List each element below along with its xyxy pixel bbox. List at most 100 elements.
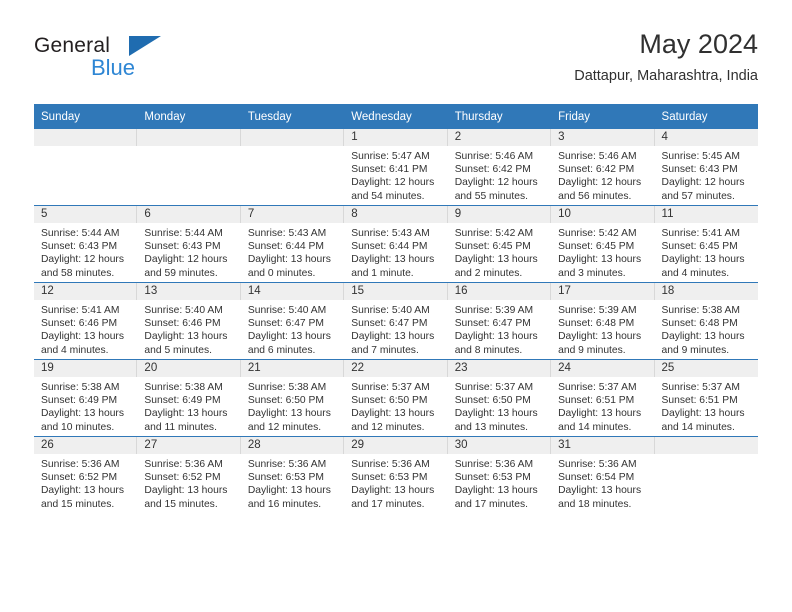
page-title: May 2024	[639, 29, 758, 59]
calendar-day-cell[interactable]: 18 Sunrise: 5:38 AM Sunset: 6:48 PM Dayligh…	[654, 282, 758, 360]
day-details: Sunrise: 5:46 AM Sunset: 6:42 PM Daylight:…	[448, 146, 551, 203]
calendar-day-cell[interactable]: 26 Sunrise: 5:36 AM Sunset: 6:52 PM Dayligh…	[34, 436, 138, 513]
sunrise-text: Sunrise: 5:41 AM	[41, 305, 120, 316]
logo-triangle-icon	[129, 36, 161, 56]
calendar-day-cell[interactable]: 6 Sunrise: 5:44 AM Sunset: 6:43 PM Daylight…	[137, 205, 241, 283]
calendar-day-cell[interactable]: 2 Sunrise: 5:46 AM Sunset: 6:42 PM Daylight…	[447, 129, 552, 206]
calendar-day-cell[interactable]: 14 Sunrise: 5:40 AM Sunset: 6:47 PM Dayligh…	[240, 282, 345, 360]
day-details: Sunrise: 5:37 AM Sunset: 6:50 PM Daylight:…	[344, 377, 447, 434]
calendar-day-cell[interactable]: 19 Sunrise: 5:38 AM Sunset: 6:49 PM Dayligh…	[34, 359, 138, 437]
daylight-text: Daylight: 13 hours and 10 minutes.	[41, 408, 124, 433]
day-details: Sunrise: 5:46 AM Sunset: 6:42 PM Daylight:…	[551, 146, 654, 203]
calendar-day-cell[interactable]: 3 Sunrise: 5:46 AM Sunset: 6:42 PM Daylight…	[551, 129, 655, 206]
calendar-day-cell[interactable]: 7 Sunrise: 5:43 AM Sunset: 6:44 PM Daylight…	[240, 205, 345, 283]
calendar-day-cell[interactable]: 17 Sunrise: 5:39 AM Sunset: 6:48 PM Dayligh…	[551, 282, 655, 360]
sunrise-text: Sunrise: 5:46 AM	[454, 151, 534, 162]
sunset-text: Sunset: 6:51 PM	[558, 395, 635, 407]
day-details: Sunrise: 5:40 AM Sunset: 6:47 PM Daylight:…	[241, 300, 344, 357]
calendar-day-cell[interactable]: 13 Sunrise: 5:40 AM Sunset: 6:46 PM Dayligh…	[137, 282, 241, 360]
sunset-text: Sunset: 6:49 PM	[144, 395, 221, 407]
day-number: 6	[137, 206, 241, 223]
daylight-text: Daylight: 13 hours and 17 minutes.	[454, 485, 538, 510]
calendar-body: 1 Sunrise: 5:47 AM Sunset: 6:41 PM Daylight…	[34, 129, 758, 513]
day-details: Sunrise: 5:41 AM Sunset: 6:45 PM Daylight:…	[655, 223, 758, 280]
daylight-text: Daylight: 13 hours and 6 minutes.	[247, 331, 331, 356]
calendar-day-cell-empty	[137, 129, 241, 206]
day-number: 15	[344, 283, 448, 300]
calendar-day-cell[interactable]: 9 Sunrise: 5:42 AM Sunset: 6:45 PM Daylight…	[447, 205, 552, 283]
calendar-day-cell[interactable]: 21 Sunrise: 5:38 AM Sunset: 6:50 PM Dayligh…	[240, 359, 345, 437]
calendar-table: Sunday Monday Tuesday Wednesday Thursday Frid…	[34, 104, 758, 513]
sunrise-text: Sunrise: 5:43 AM	[247, 228, 327, 239]
day-number: 19	[34, 360, 138, 377]
day-details	[655, 454, 758, 468]
day-details: Sunrise: 5:36 AM Sunset: 6:52 PM Daylight:…	[137, 454, 240, 511]
calendar-day-cell[interactable]: 24 Sunrise: 5:37 AM Sunset: 6:51 PM Dayligh…	[551, 359, 655, 437]
daylight-text: Daylight: 13 hours and 2 minutes.	[454, 254, 538, 279]
day-number	[137, 129, 241, 146]
sunset-text: Sunset: 6:52 PM	[41, 472, 118, 484]
sunrise-text: Sunrise: 5:37 AM	[351, 382, 430, 393]
sunset-text: Sunset: 6:49 PM	[41, 395, 118, 407]
calendar-day-cell-empty	[654, 436, 758, 513]
day-number: 4	[654, 129, 758, 146]
calendar-week-row: 19 Sunrise: 5:38 AM Sunset: 6:49 PM Dayligh…	[34, 359, 758, 437]
sunset-text: Sunset: 6:45 PM	[661, 241, 738, 253]
general-blue-logo[interactable]: General Blue	[34, 34, 234, 90]
calendar-day-cell[interactable]: 23 Sunrise: 5:37 AM Sunset: 6:50 PM Dayligh…	[447, 359, 552, 437]
day-details: Sunrise: 5:43 AM Sunset: 6:44 PM Daylight:…	[344, 223, 447, 280]
day-details: Sunrise: 5:36 AM Sunset: 6:53 PM Daylight:…	[448, 454, 551, 511]
sunrise-text: Sunrise: 5:39 AM	[454, 305, 534, 316]
calendar-day-cell[interactable]: 22 Sunrise: 5:37 AM Sunset: 6:50 PM Dayligh…	[344, 359, 448, 437]
day-number: 24	[551, 360, 655, 377]
daylight-text: Daylight: 13 hours and 7 minutes.	[351, 331, 435, 356]
sunset-text: Sunset: 6:42 PM	[454, 164, 531, 176]
calendar-day-cell[interactable]: 27 Sunrise: 5:36 AM Sunset: 6:52 PM Dayligh…	[137, 436, 241, 513]
sunrise-text: Sunrise: 5:41 AM	[661, 228, 740, 239]
calendar-day-cell[interactable]: 30 Sunrise: 5:36 AM Sunset: 6:53 PM Dayligh…	[447, 436, 552, 513]
calendar-day-cell[interactable]: 29 Sunrise: 5:36 AM Sunset: 6:53 PM Dayligh…	[344, 436, 448, 513]
daylight-text: Daylight: 13 hours and 5 minutes.	[144, 331, 228, 356]
sunrise-text: Sunrise: 5:36 AM	[454, 459, 534, 470]
calendar-day-cell[interactable]: 16 Sunrise: 5:39 AM Sunset: 6:47 PM Dayligh…	[447, 282, 552, 360]
sunset-text: Sunset: 6:50 PM	[454, 395, 531, 407]
daylight-text: Daylight: 13 hours and 0 minutes.	[247, 254, 331, 279]
sunset-text: Sunset: 6:53 PM	[454, 472, 531, 484]
sunrise-text: Sunrise: 5:38 AM	[144, 382, 223, 393]
sunset-text: Sunset: 6:46 PM	[144, 318, 221, 330]
day-details: Sunrise: 5:40 AM Sunset: 6:46 PM Daylight:…	[137, 300, 240, 357]
calendar-day-cell[interactable]: 4 Sunrise: 5:45 AM Sunset: 6:43 PM Daylight…	[654, 129, 758, 206]
day-number: 30	[447, 437, 552, 454]
calendar-day-cell[interactable]: 5 Sunrise: 5:44 AM Sunset: 6:43 PM Daylight…	[34, 205, 138, 283]
calendar-day-cell[interactable]: 20 Sunrise: 5:38 AM Sunset: 6:49 PM Dayligh…	[137, 359, 241, 437]
calendar-day-cell[interactable]: 25 Sunrise: 5:37 AM Sunset: 6:51 PM Dayligh…	[654, 359, 758, 437]
day-details: Sunrise: 5:38 AM Sunset: 6:50 PM Daylight:…	[241, 377, 344, 434]
day-details: Sunrise: 5:36 AM Sunset: 6:52 PM Daylight:…	[34, 454, 137, 511]
calendar-day-cell[interactable]: 1 Sunrise: 5:47 AM Sunset: 6:41 PM Daylight…	[344, 129, 448, 206]
day-details	[34, 146, 137, 160]
day-number: 23	[447, 360, 552, 377]
calendar-day-cell[interactable]: 12 Sunrise: 5:41 AM Sunset: 6:46 PM Dayligh…	[34, 282, 138, 360]
daylight-text: Daylight: 13 hours and 12 minutes.	[247, 408, 331, 433]
sunset-text: Sunset: 6:48 PM	[661, 318, 738, 330]
calendar-week-row: 26 Sunrise: 5:36 AM Sunset: 6:52 PM Dayligh…	[34, 436, 758, 513]
sunrise-text: Sunrise: 5:44 AM	[41, 228, 120, 239]
sunset-text: Sunset: 6:42 PM	[558, 164, 635, 176]
day-number: 2	[447, 129, 552, 146]
calendar-day-cell[interactable]: 8 Sunrise: 5:43 AM Sunset: 6:44 PM Daylight…	[344, 205, 448, 283]
day-details	[241, 146, 344, 160]
sunrise-text: Sunrise: 5:47 AM	[351, 151, 430, 162]
calendar-day-cell[interactable]: 11 Sunrise: 5:41 AM Sunset: 6:45 PM Dayligh…	[654, 205, 758, 283]
calendar-day-cell[interactable]: 28 Sunrise: 5:36 AM Sunset: 6:53 PM Dayligh…	[240, 436, 345, 513]
calendar-day-cell[interactable]: 10 Sunrise: 5:42 AM Sunset: 6:45 PM Dayligh…	[551, 205, 655, 283]
calendar-day-cell[interactable]: 15 Sunrise: 5:40 AM Sunset: 6:47 PM Dayligh…	[344, 282, 448, 360]
daylight-text: Daylight: 13 hours and 3 minutes.	[558, 254, 642, 279]
day-details: Sunrise: 5:39 AM Sunset: 6:48 PM Daylight:…	[551, 300, 654, 357]
day-details: Sunrise: 5:37 AM Sunset: 6:50 PM Daylight:…	[448, 377, 551, 434]
sunset-text: Sunset: 6:50 PM	[247, 395, 324, 407]
calendar-day-cell[interactable]: 31 Sunrise: 5:36 AM Sunset: 6:54 PM Dayligh…	[551, 436, 655, 513]
sunrise-text: Sunrise: 5:36 AM	[41, 459, 120, 470]
sunset-text: Sunset: 6:54 PM	[558, 472, 635, 484]
day-details: Sunrise: 5:37 AM Sunset: 6:51 PM Daylight:…	[551, 377, 654, 434]
day-details: Sunrise: 5:36 AM Sunset: 6:53 PM Daylight:…	[344, 454, 447, 511]
